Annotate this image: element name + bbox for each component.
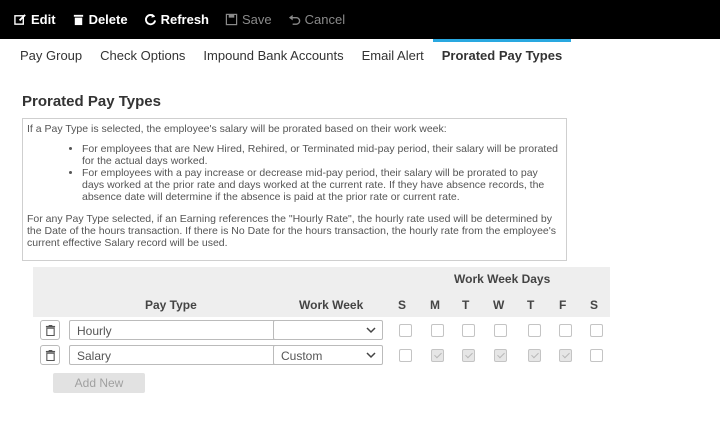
edit-button[interactable]: Edit <box>14 12 56 27</box>
day-checkbox-thu[interactable] <box>528 324 541 337</box>
trash-icon <box>45 324 55 336</box>
tab-impound-bank-accounts[interactable]: Impound Bank Accounts <box>194 39 352 73</box>
day-checkbox-fri[interactable] <box>559 349 572 362</box>
info-bullet: For employees that are New Hired, Rehire… <box>82 143 562 167</box>
chevron-down-icon <box>366 351 376 359</box>
tab-prorated-pay-types[interactable]: Prorated Pay Types <box>432 39 572 73</box>
edit-icon <box>14 13 27 26</box>
pay-type-value: Hourly <box>77 324 112 338</box>
cancel-button[interactable]: Cancel <box>288 12 345 27</box>
day-checkbox-sat[interactable] <box>590 324 603 337</box>
day-header: W <box>493 298 505 312</box>
refresh-button[interactable]: Refresh <box>144 12 209 27</box>
day-checkbox-wed[interactable] <box>494 349 507 362</box>
trash-icon <box>72 13 85 26</box>
toolbar: Edit Delete Refresh Save Cancel <box>0 0 720 39</box>
day-header: S <box>398 298 407 312</box>
refresh-icon <box>144 13 157 26</box>
day-checkbox-mon[interactable] <box>431 349 444 362</box>
day-checkbox-fri[interactable] <box>559 324 572 337</box>
tab-email-alert[interactable]: Email Alert <box>353 39 433 73</box>
day-checkbox-thu[interactable] <box>528 349 541 362</box>
delete-row-button[interactable] <box>40 345 60 365</box>
save-button[interactable]: Save <box>225 12 272 27</box>
info-footer: For any Pay Type selected, if an Earning… <box>27 213 557 249</box>
day-header: M <box>430 298 440 312</box>
work-week-header: Work Week <box>299 298 364 312</box>
info-bullets: For employees that are New Hired, Rehire… <box>27 143 562 203</box>
save-label: Save <box>242 12 272 27</box>
work-week-select[interactable]: Custom <box>273 345 383 365</box>
info-intro: If a Pay Type is selected, the employee'… <box>27 123 447 135</box>
add-new-button[interactable]: Add New <box>53 373 145 393</box>
day-checkbox-wed[interactable] <box>494 324 507 337</box>
day-header: T <box>462 298 470 312</box>
info-bullet: For employees with a pay increase or dec… <box>82 167 562 203</box>
table-row: Hourly <box>33 318 610 344</box>
day-header: S <box>590 298 599 312</box>
tab-check-options[interactable]: Check Options <box>91 39 194 73</box>
day-checkbox-tue[interactable] <box>462 349 475 362</box>
delete-row-button[interactable] <box>40 320 60 340</box>
day-checkbox-tue[interactable] <box>462 324 475 337</box>
work-week-days-header: Work Week Days <box>454 272 551 286</box>
delete-label: Delete <box>88 12 128 27</box>
pay-type-value: Salary <box>77 349 112 363</box>
refresh-label: Refresh <box>160 12 210 27</box>
day-checkbox-sat[interactable] <box>590 349 603 362</box>
tab-bar: Pay Group Check Options Impound Bank Acc… <box>0 39 572 73</box>
pay-type-select[interactable]: Salary <box>69 345 297 365</box>
day-checkbox-sun[interactable] <box>399 349 412 362</box>
chevron-down-icon <box>366 326 376 334</box>
tab-pay-group[interactable]: Pay Group <box>0 39 91 73</box>
delete-button[interactable]: Delete <box>72 12 128 27</box>
edit-label: Edit <box>31 12 56 27</box>
undo-icon <box>288 13 301 26</box>
day-checkbox-sun[interactable] <box>399 324 412 337</box>
work-week-value: Custom <box>281 349 323 363</box>
section-title: Prorated Pay Types <box>22 93 161 110</box>
cancel-label: Cancel <box>304 12 346 27</box>
table-row: Salary Custom <box>33 343 610 369</box>
work-week-select[interactable] <box>273 320 383 340</box>
info-box: If a Pay Type is selected, the employee'… <box>22 118 567 261</box>
day-checkbox-mon[interactable] <box>431 324 444 337</box>
day-header: F <box>559 298 567 312</box>
pay-type-header: Pay Type <box>145 298 197 312</box>
day-header: T <box>527 298 535 312</box>
pay-type-select[interactable]: Hourly <box>69 320 297 340</box>
trash-icon <box>45 349 55 361</box>
save-icon <box>225 13 238 26</box>
